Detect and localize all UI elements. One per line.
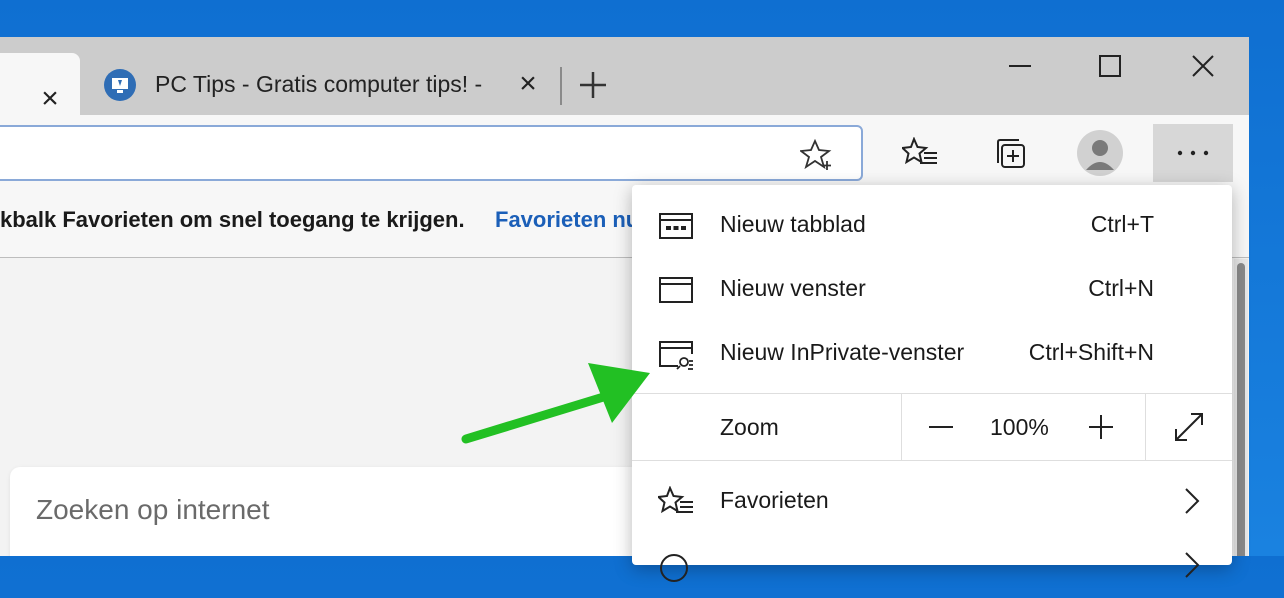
scrollbar-thumb[interactable] (1237, 263, 1245, 556)
menu-item-shortcut: Ctrl+T (1090, 211, 1154, 237)
zoom-row: Zoom 100% (632, 394, 1232, 460)
settings-more-button[interactable] (1153, 124, 1233, 182)
fullscreen-icon (1175, 413, 1203, 441)
fullscreen-button[interactable] (1167, 405, 1211, 449)
zoom-in-button[interactable] (1079, 405, 1123, 449)
add-favorite-star-icon[interactable] (800, 139, 834, 171)
minimize-button[interactable] (997, 51, 1043, 81)
new-tab-button[interactable] (575, 67, 611, 103)
chevron-right-icon (1185, 488, 1200, 514)
menu-item-label: Nieuw tabblad (720, 211, 866, 237)
tab-close-button[interactable]: × (36, 84, 64, 114)
avatar-icon (1077, 130, 1123, 176)
favorites-icon (658, 486, 693, 514)
menu-item-shortcut: Ctrl+N (1088, 275, 1154, 301)
menu-item-label: Favorieten (720, 487, 829, 513)
annotation-arrow-icon (461, 363, 650, 444)
profile-button[interactable] (1070, 123, 1130, 183)
tab-separator (560, 67, 562, 105)
tab-active[interactable]: × (0, 53, 80, 115)
scrollbar[interactable] (1234, 259, 1248, 556)
menu-item-favorites[interactable]: Favorieten (632, 470, 1232, 534)
address-bar[interactable] (0, 125, 863, 181)
maximize-button[interactable] (1087, 51, 1133, 81)
favorites-bar-message: kbalk Favorieten om snel toegang te krij… (0, 207, 465, 232)
favorites-button[interactable] (890, 123, 950, 183)
zoom-out-button[interactable] (919, 405, 963, 449)
menu-divider (632, 460, 1232, 461)
more-dots-icon (1177, 150, 1209, 156)
tab-close-button[interactable]: × (514, 69, 542, 99)
history-icon (660, 554, 688, 582)
collections-button[interactable] (980, 123, 1040, 183)
favorites-list-icon (902, 137, 937, 165)
zoom-separator (1145, 394, 1146, 460)
collections-icon (997, 139, 1025, 168)
search-placeholder: Zoeken op internet (36, 494, 270, 525)
zoom-label: Zoom (720, 414, 779, 440)
zoom-value: 100% (990, 414, 1049, 440)
chevron-right-icon (1185, 552, 1200, 578)
menu-item-shortcut: Ctrl+Shift+N (1028, 339, 1154, 365)
toolbar (0, 115, 1249, 191)
menu-item-history[interactable] (632, 534, 1232, 598)
new-tab-icon (659, 213, 693, 239)
favorites-bar-link[interactable]: Favorieten nu (495, 207, 639, 233)
menu-item-inprivate[interactable]: Nieuw InPrivate-venster Ctrl+Shift+N (632, 322, 1232, 386)
close-window-button[interactable] (1180, 51, 1226, 81)
minus-icon (929, 426, 953, 428)
window-icon (659, 277, 693, 303)
plus-icon (1089, 415, 1113, 439)
tab-title: PC Tips - Gratis computer tips! - (155, 71, 483, 97)
settings-menu: Nieuw tabblad Ctrl+T Nieuw venster Ctrl+… (632, 185, 1232, 582)
menu-item-new-tab[interactable]: Nieuw tabblad Ctrl+T (632, 194, 1232, 258)
title-bar: × PC Tips - Gratis computer tips! - × (0, 37, 1249, 115)
menu-item-label: Nieuw venster (720, 275, 866, 301)
pc-tips-favicon (104, 69, 136, 101)
tab-pc-tips[interactable]: PC Tips - Gratis computer tips! - × (100, 53, 560, 115)
inprivate-icon (659, 341, 693, 370)
menu-item-label: Nieuw InPrivate-venster (720, 339, 965, 365)
zoom-separator (901, 394, 902, 460)
menu-item-new-window[interactable]: Nieuw venster Ctrl+N (632, 258, 1232, 322)
